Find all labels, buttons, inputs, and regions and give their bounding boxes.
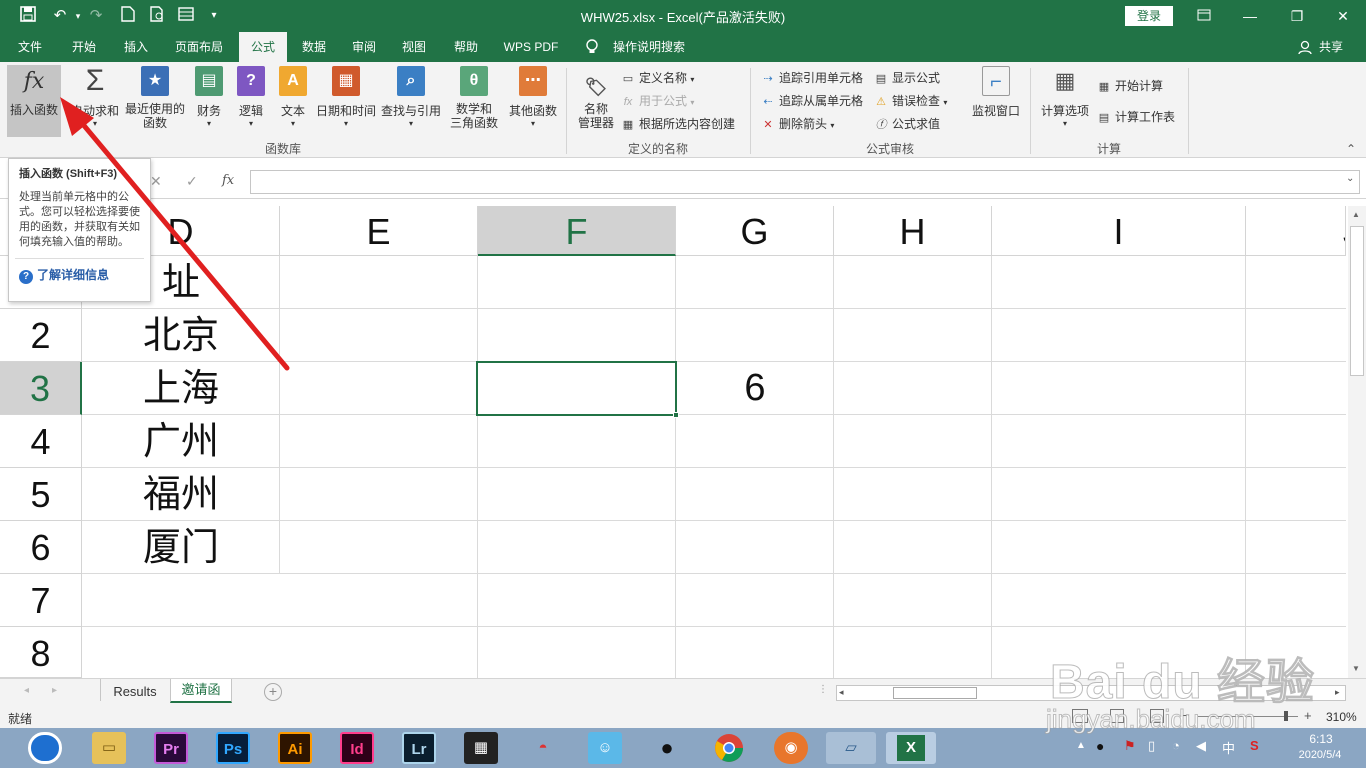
sogou-ime-icon[interactable]: S	[1250, 738, 1259, 753]
premiere-icon[interactable]: Pr	[154, 732, 188, 764]
baidu-watermark-logo: Bai du 经验	[1049, 656, 1316, 710]
scroll-right-icon[interactable]: ▸	[1335, 687, 1340, 698]
ime-indicator[interactable]: 中	[1222, 738, 1235, 757]
h-scroll-thumb[interactable]	[893, 687, 977, 699]
wifi-icon[interactable]: ◔	[1172, 738, 1180, 753]
sheet-tab-invitation[interactable]: 邀请函	[170, 679, 232, 703]
zoom-slider-thumb[interactable]	[1284, 711, 1288, 721]
clock-time[interactable]: 6:13	[1296, 732, 1346, 746]
chrome-icon[interactable]	[712, 732, 746, 764]
chat-app-icon[interactable]: ☺	[588, 732, 622, 764]
baidu-watermark-url: jingyan.baidu.com	[1046, 704, 1257, 735]
clock-date[interactable]: 2020/5/4	[1290, 749, 1350, 761]
umbrella-app-icon[interactable]: ◓	[526, 732, 560, 764]
network-warning-icon[interactable]: ⚑	[1124, 738, 1136, 754]
scroll-left-icon[interactable]: ◂	[839, 687, 844, 698]
volume-icon[interactable]: ◀	[1196, 738, 1206, 754]
excel-taskbar-icon[interactable]: X	[886, 732, 936, 764]
next-sheet-icon[interactable]: ▸	[52, 685, 57, 696]
illustrator-icon[interactable]: Ai	[278, 732, 312, 764]
qq-tray-icon[interactable]: ●	[1096, 738, 1104, 754]
indesign-icon[interactable]: Id	[340, 732, 374, 764]
qq-icon[interactable]: ●	[650, 732, 684, 764]
browser-app-icon[interactable]: ◉	[774, 732, 808, 764]
status-mode: 就绪	[8, 712, 33, 726]
lightroom-icon[interactable]: Lr	[402, 732, 436, 764]
zoom-level[interactable]: 310%	[1326, 710, 1357, 724]
splitter-icon[interactable]: ⋮	[818, 684, 828, 695]
add-sheet-icon[interactable]: +	[264, 683, 282, 701]
tray-expand-icon[interactable]: ▲	[1076, 740, 1086, 751]
photoshop-icon[interactable]: Ps	[216, 732, 250, 764]
start-button[interactable]	[28, 732, 62, 764]
device-icon[interactable]: ▯	[1148, 738, 1155, 754]
notes-app-icon[interactable]: ▱	[826, 732, 876, 764]
sheet-tab-results[interactable]: Results	[104, 681, 166, 703]
video-editor-icon[interactable]: ▦	[464, 732, 498, 764]
file-explorer-icon[interactable]: ▭	[92, 732, 126, 764]
prev-sheet-icon[interactable]: ◂	[24, 685, 29, 696]
